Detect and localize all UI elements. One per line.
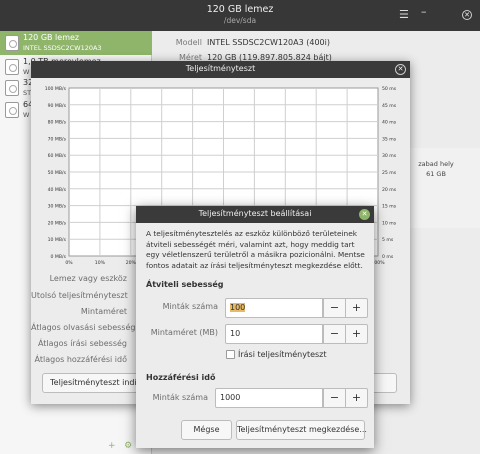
chart-x-tick-label: 20%: [126, 260, 137, 265]
chart-x-tick-label: 10%: [95, 260, 106, 265]
start-benchmark-confirm-button[interactable]: Teljesítményteszt megkezdése...: [236, 420, 367, 440]
chart-left-tick-label: 60 MB/s: [48, 153, 67, 159]
benchmark-title: Teljesítményteszt: [185, 64, 256, 73]
disk-drive-icon: [5, 102, 19, 118]
close-icon[interactable]: ✕: [359, 209, 370, 220]
write-benchmark-checkbox[interactable]: [226, 350, 235, 359]
sample-size-label: Mintaméret: [80, 307, 127, 316]
minimize-icon[interactable]: –: [421, 6, 427, 18]
chart-right-tick-label: 50 ms: [382, 86, 397, 92]
sample-size-input[interactable]: 10: [225, 324, 323, 344]
benchmark-settings-dialog: Teljesítményteszt beállításai ✕ A teljes…: [136, 206, 374, 448]
access-time-heading: Hozzáférési idő: [146, 373, 216, 382]
chart-right-tick-label: 45 ms: [382, 103, 397, 109]
chart-left-tick-label: 80 MB/s: [48, 120, 67, 126]
sample-size-increment-button[interactable]: +: [345, 324, 368, 344]
avg-access-label: Átlagos hozzáférési idő: [34, 355, 127, 364]
chart-left-tick-label: 10 MB/s: [48, 237, 67, 243]
chart-right-tick-label: 20 ms: [382, 187, 397, 193]
chart-left-tick-label: 0 MB/s: [51, 254, 67, 260]
disk-model: W: [23, 68, 30, 76]
sidebar-item-disk-1[interactable]: 120 GB lemez INTEL SSDSC2CW120A3: [0, 31, 152, 55]
benchmark-secondary-button[interactable]: [370, 373, 397, 393]
disk-drive-icon: [5, 59, 19, 75]
avg-write-label: Átlagos írási sebesség: [37, 339, 127, 348]
disk-name: 120 GB lemez: [23, 33, 80, 42]
model-label: Modell: [175, 38, 202, 47]
sample-size-mb-label: Mintaméret (MB): [150, 328, 218, 337]
last-benchmark-label: Utolsó teljesítményteszt: [31, 291, 128, 300]
chart-left-tick-label: 30 MB/s: [48, 204, 67, 210]
chart-left-tick-label: 50 MB/s: [48, 170, 67, 176]
samples-label: Minták száma: [162, 302, 218, 311]
chart-left-tick-label: 90 MB/s: [48, 103, 67, 109]
access-samples-input[interactable]: 1000: [215, 388, 323, 408]
hamburger-menu-icon[interactable]: ☰: [399, 9, 409, 21]
sample-size-decrement-button[interactable]: −: [323, 324, 346, 344]
model-value: INTEL SSDSC2CW120A3 (400i): [207, 38, 330, 47]
chart-left-tick-label: 40 MB/s: [48, 187, 67, 193]
chart-left-tick-label: 20 MB/s: [48, 220, 67, 226]
access-samples-decrement-button[interactable]: −: [323, 388, 346, 408]
chart-right-tick-label: 40 ms: [382, 120, 397, 126]
disk-model: W: [23, 111, 30, 119]
chart-right-tick-label: 35 ms: [382, 136, 397, 142]
chart-right-tick-label: 25 ms: [382, 170, 397, 176]
disk-model: ST: [23, 89, 32, 97]
close-icon[interactable]: ✕: [395, 64, 406, 75]
chart-right-tick-label: 10 ms: [382, 220, 397, 226]
transfer-rate-heading: Átviteli sebesség: [146, 280, 224, 289]
write-benchmark-label: Írási teljesítményteszt: [238, 350, 327, 359]
access-samples-label: Minták száma: [152, 393, 208, 402]
dialog-title: Teljesítményteszt beállításai: [198, 209, 312, 218]
dialog-header-bar: Teljesítményteszt beállításai ✕: [136, 206, 374, 223]
chart-right-tick-label: 0 ms: [382, 254, 394, 260]
chart-left-tick-label: 100 MB/s: [45, 86, 67, 92]
disk-drive-icon: [5, 80, 19, 96]
disk-drive-icon: [5, 35, 19, 51]
device-label: Lemez vagy eszköz: [49, 274, 127, 283]
avg-read-label: Átlagos olvasási sebesség: [31, 323, 136, 332]
samples-increment-button[interactable]: +: [345, 298, 368, 318]
chart-right-tick-label: 15 ms: [382, 204, 397, 210]
disk-model: INTEL SSDSC2CW120A3: [23, 44, 102, 52]
chart-x-tick-label: 0%: [65, 260, 73, 265]
cancel-button[interactable]: Mégse: [181, 420, 232, 440]
benchmark-header-bar: Teljesítményteszt ✕: [31, 61, 410, 78]
chart-right-tick-label: 5 ms: [382, 237, 394, 243]
access-samples-increment-button[interactable]: +: [345, 388, 368, 408]
chart-left-tick-label: 70 MB/s: [48, 136, 67, 142]
main-header-bar: 120 GB lemez /dev/sda ☰ – ✕: [0, 0, 480, 31]
samples-input[interactable]: 100: [225, 298, 323, 318]
chart-right-tick-label: 30 ms: [382, 153, 397, 159]
samples-decrement-button[interactable]: −: [323, 298, 346, 318]
samples-value: 100: [230, 303, 246, 312]
dialog-description: A teljesítménytesztelés az eszköz különb…: [146, 229, 365, 270]
close-icon[interactable]: ✕: [462, 10, 472, 20]
volume-action-icons[interactable]: + ⚙: [108, 441, 132, 451]
